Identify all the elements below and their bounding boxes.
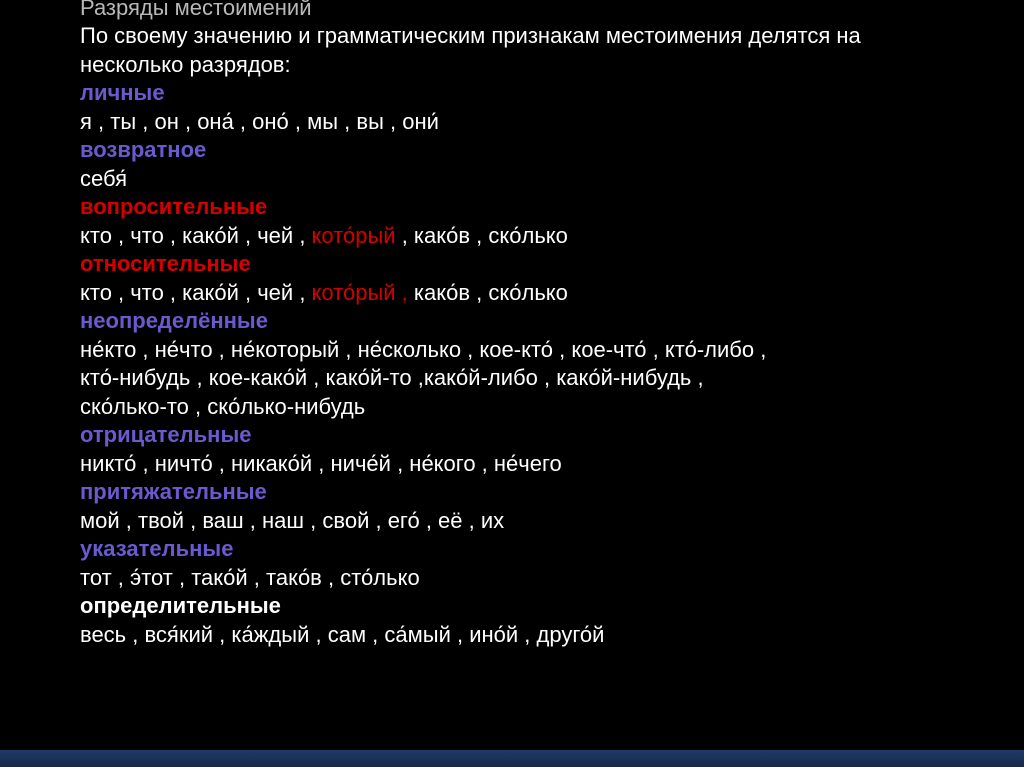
category-personal-label: личные xyxy=(80,79,1010,107)
category-indefinite-items-2: кто́-нибудь , кое-како́й , како́й-то ,ка… xyxy=(80,364,1010,392)
category-negative-label: отрицательные xyxy=(80,421,1010,449)
intro-line-2: несколько разрядов: xyxy=(80,51,1010,79)
category-demonstrative-label: указательные xyxy=(80,535,1010,563)
category-indefinite-items-1: не́кто , не́что , не́который , не́скольк… xyxy=(80,336,1010,364)
category-interrogative-items: кто , что , како́й , чей , кото́рый , ка… xyxy=(80,222,1010,250)
interrogative-pre: кто , что , како́й , чей , xyxy=(80,223,312,248)
category-possessive-items: мой , твой , ваш , наш , свой , его́ , е… xyxy=(80,507,1010,535)
category-reflexive-items: себя́ xyxy=(80,165,1010,193)
category-relative-label: относительные xyxy=(80,250,1010,278)
category-personal-items: я , ты , он , она́ , оно́ , мы , вы , он… xyxy=(80,108,1010,136)
relative-post: како́в , ско́лько xyxy=(408,280,568,305)
category-definitive-items: весь , вся́кий , ка́ждый , сам , са́мый … xyxy=(80,621,1010,649)
intro-line-1: По своему значению и грамматическим приз… xyxy=(80,22,1010,50)
slide: Разряды местоимений По своему значению и… xyxy=(0,0,1024,750)
relative-highlight: кото́рый , xyxy=(312,280,408,305)
category-demonstrative-items: тот , э́тот , тако́й , тако́в , сто́лько xyxy=(80,564,1010,592)
interrogative-post: , како́в , ско́лько xyxy=(396,223,568,248)
interrogative-highlight: кото́рый xyxy=(312,223,396,248)
category-negative-items: никто́ , ничто́ , никако́й , ниче́й , не… xyxy=(80,450,1010,478)
category-indefinite-label: неопределённые xyxy=(80,307,1010,335)
category-interrogative-label: вопросительные xyxy=(80,193,1010,221)
footer-bar xyxy=(0,750,1024,767)
category-possessive-label: притяжательные xyxy=(80,478,1010,506)
relative-pre: кто , что , како́й , чей , xyxy=(80,280,312,305)
category-reflexive-label: возвратное xyxy=(80,136,1010,164)
category-relative-items: кто , что , како́й , чей , кото́рый , ка… xyxy=(80,279,1010,307)
category-indefinite-items-3: ско́лько-то , ско́лько-нибудь xyxy=(80,393,1010,421)
slide-content: Разряды местоимений По своему значению и… xyxy=(80,0,1010,649)
category-definitive-label: определительные xyxy=(80,592,1010,620)
title-row: Разряды местоимений xyxy=(80,0,1010,22)
